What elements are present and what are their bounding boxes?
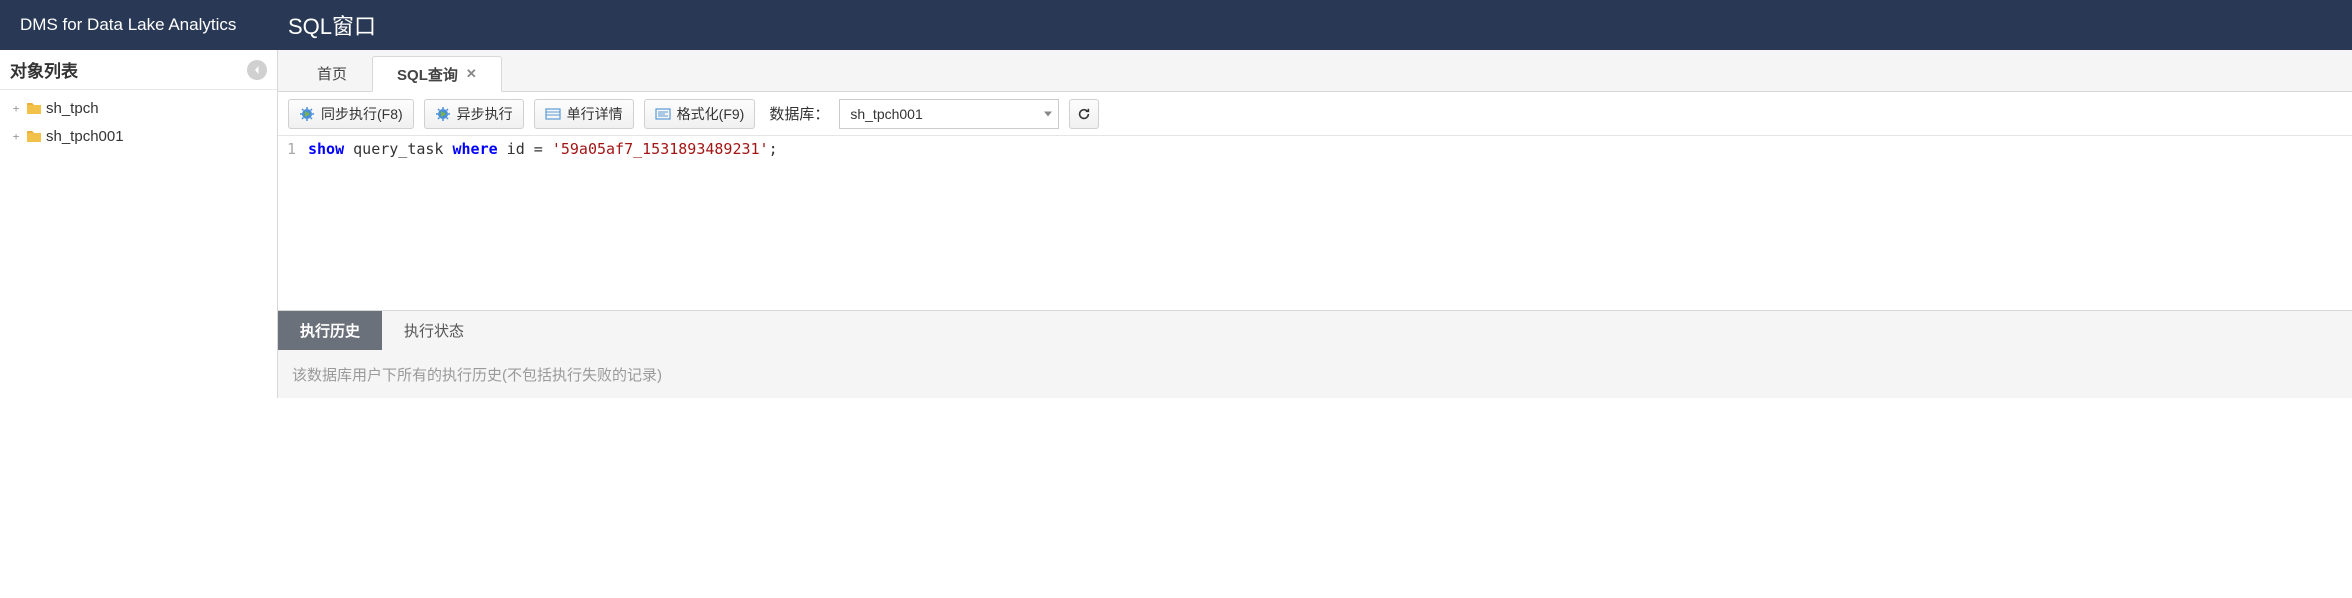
button-label: 格式化(F9) bbox=[677, 104, 745, 124]
folder-icon bbox=[26, 129, 42, 143]
database-selected-value: sh_tpch001 bbox=[850, 106, 922, 122]
tree-item-sh-tpch[interactable]: + sh_tpch bbox=[0, 94, 277, 122]
line-number: 1 bbox=[278, 140, 296, 158]
info-text: 该数据库用户下所有的执行历史(不包括执行失败的记录) bbox=[292, 364, 662, 385]
expander-icon[interactable]: + bbox=[10, 130, 22, 142]
tree-item-label: sh_tpch001 bbox=[46, 128, 124, 145]
async-exec-button[interactable]: 异步执行 bbox=[424, 99, 524, 129]
tab-home[interactable]: 首页 bbox=[292, 55, 372, 91]
line-gutter: 1 bbox=[278, 136, 302, 310]
row-detail-icon bbox=[545, 106, 561, 122]
tree-item-sh-tpch001[interactable]: + sh_tpch001 bbox=[0, 122, 277, 150]
sql-keyword: show bbox=[308, 140, 344, 158]
tab-label: 首页 bbox=[317, 63, 347, 84]
refresh-icon bbox=[1077, 107, 1091, 121]
code-area[interactable]: show query_task where id = '59a05af7_153… bbox=[302, 136, 2352, 310]
tree-item-label: sh_tpch bbox=[46, 100, 99, 117]
tab-label: SQL查询 bbox=[397, 64, 458, 85]
gear-run-icon bbox=[299, 106, 315, 122]
page-title: SQL窗口 bbox=[278, 9, 386, 41]
chevron-down-icon bbox=[1044, 111, 1052, 116]
format-icon bbox=[655, 106, 671, 122]
tab-label: 执行状态 bbox=[404, 320, 464, 341]
close-icon[interactable]: ✕ bbox=[466, 66, 477, 82]
tab-label: 执行历史 bbox=[300, 320, 360, 341]
sql-text: ; bbox=[769, 140, 778, 158]
format-button[interactable]: 格式化(F9) bbox=[644, 99, 756, 129]
object-tree: + sh_tpch + sh_tpch001 bbox=[0, 90, 277, 154]
chevron-left-icon bbox=[252, 65, 262, 75]
sync-exec-button[interactable]: 同步执行(F8) bbox=[288, 99, 414, 129]
sql-text: id = bbox=[498, 140, 552, 158]
brand-label: DMS for Data Lake Analytics bbox=[0, 15, 278, 35]
gear-run-icon bbox=[435, 106, 451, 122]
tabs-row: 首页 SQL查询 ✕ bbox=[278, 50, 2352, 92]
folder-icon bbox=[26, 101, 42, 115]
sidebar-collapse-button[interactable] bbox=[247, 60, 267, 80]
sql-string: '59a05af7_1531893489231' bbox=[552, 140, 769, 158]
main-panel: 首页 SQL查询 ✕ 同步执行(F8) 异步执行 单行详情 格式化(F bbox=[278, 50, 2352, 398]
sql-text: query_task bbox=[344, 140, 452, 158]
tab-sql-query[interactable]: SQL查询 ✕ bbox=[372, 56, 502, 92]
tab-exec-status[interactable]: 执行状态 bbox=[382, 311, 486, 350]
info-bar: 该数据库用户下所有的执行历史(不包括执行失败的记录) bbox=[278, 350, 2352, 398]
sidebar: 对象列表 + sh_tpch + sh_tpch001 bbox=[0, 50, 278, 398]
sql-editor[interactable]: 1 show query_task where id = '59a05af7_1… bbox=[278, 136, 2352, 310]
database-select[interactable]: sh_tpch001 bbox=[839, 99, 1059, 129]
button-label: 同步执行(F8) bbox=[321, 104, 403, 124]
button-label: 单行详情 bbox=[567, 104, 623, 124]
expander-icon[interactable]: + bbox=[10, 102, 22, 114]
sql-keyword: where bbox=[453, 140, 498, 158]
button-label: 异步执行 bbox=[457, 104, 513, 124]
sidebar-title: 对象列表 bbox=[10, 57, 78, 82]
result-tabs: 执行历史 执行状态 bbox=[278, 310, 2352, 350]
row-detail-button[interactable]: 单行详情 bbox=[534, 99, 634, 129]
database-label: 数据库： bbox=[769, 103, 829, 124]
toolbar: 同步执行(F8) 异步执行 单行详情 格式化(F9) 数据库： sh_tpch0… bbox=[278, 92, 2352, 136]
tab-exec-history[interactable]: 执行历史 bbox=[278, 311, 382, 350]
app-header: DMS for Data Lake Analytics SQL窗口 bbox=[0, 0, 2352, 50]
sidebar-header: 对象列表 bbox=[0, 50, 277, 90]
refresh-button[interactable] bbox=[1069, 99, 1099, 129]
